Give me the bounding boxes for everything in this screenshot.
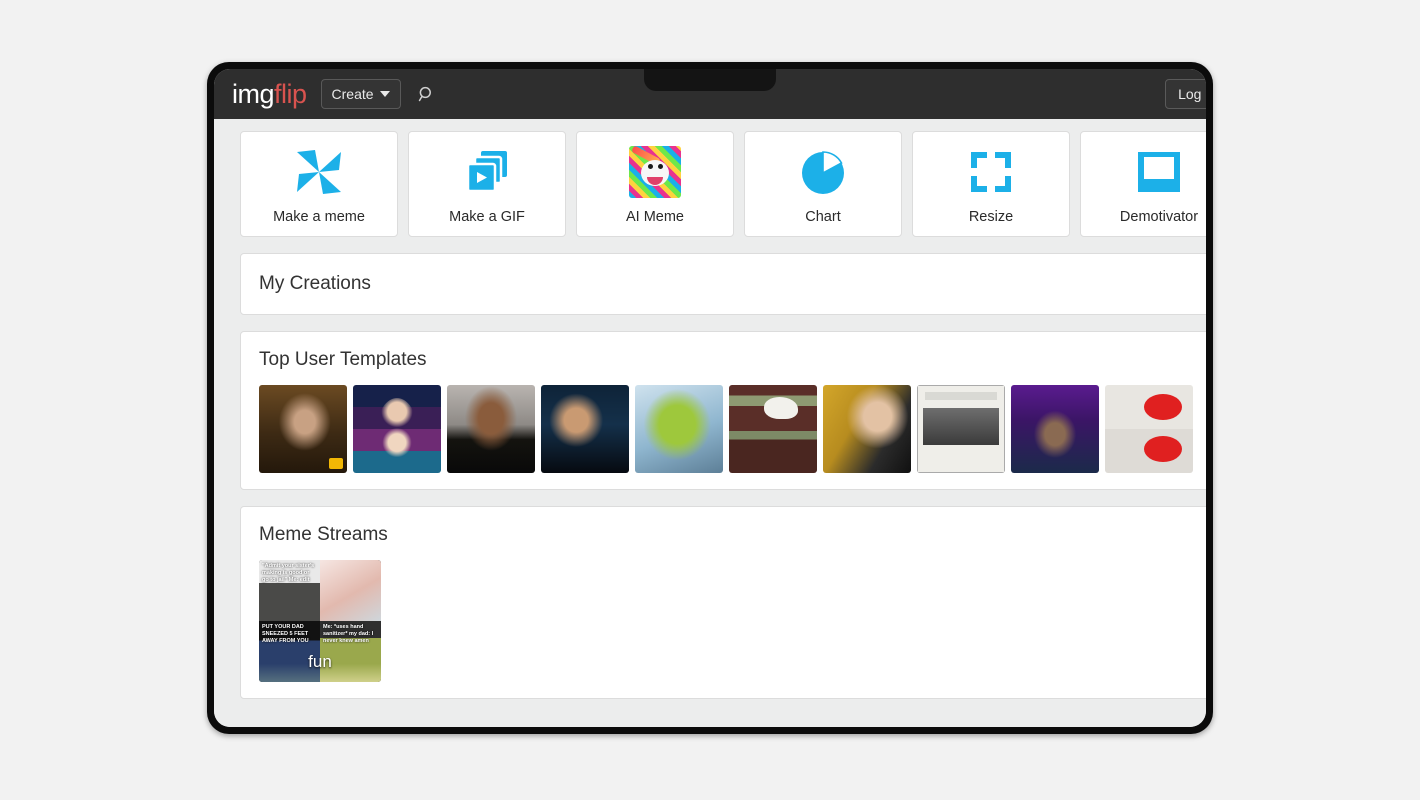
stacked-frames-play-icon [458,143,516,201]
imgflip-logo[interactable]: imgflip [232,81,307,108]
section-header: My Creations Log In [259,270,1206,297]
pinwheel-icon [290,143,348,201]
tool-card-resize[interactable]: Resize [912,131,1070,237]
thumbnail-image [1011,385,1099,473]
template-thumbnail-grandma-phone[interactable] [823,385,911,473]
section-title: Meme Streams [259,524,388,546]
thumbnail-image [917,385,1005,473]
tool-card-label: Make a GIF [449,209,525,225]
site-header: imgflip Create Log In [214,69,1206,119]
tool-card-label: Demotivator [1120,209,1198,225]
create-button[interactable]: Create [321,79,401,109]
thumbnail-image [1105,385,1193,473]
tool-card-chart[interactable]: Chart [744,131,902,237]
stream-tile-text: PUT YOUR DAD SNEEZED 5 FEET AWAY FROM YO… [262,624,317,645]
template-thumbnail-elmo-apple[interactable] [1105,385,1193,473]
stream-tile-1: "Admit your sister's making is good or g… [259,560,320,621]
pie-chart-icon [794,143,852,201]
template-thumbnail-row [259,385,1206,473]
thumbnail-image [823,385,911,473]
stream-tile-2 [320,560,381,621]
logo-text-flip: flip [274,79,307,109]
section-meme-streams: Meme Streams All "Admit your sister's ma… [240,506,1206,699]
template-thumbnail-inhaling-seagull[interactable] [729,385,817,473]
section-top-user-templates: Top User Templates All [240,331,1206,490]
thumbnail-image [635,385,723,473]
template-thumbnail-leonardo-cheers[interactable] [541,385,629,473]
header-login-button[interactable]: Log In [1165,79,1206,109]
thumbnail-image [541,385,629,473]
tool-card-label: Chart [805,209,840,225]
chevron-down-icon [380,91,390,97]
tool-card-make-a-meme[interactable]: Make a meme [240,131,398,237]
thumbnail-image [353,385,441,473]
section-header: Meme Streams All [259,521,1206,548]
tool-card-make-a-gif[interactable]: Make a GIF [408,131,566,237]
template-thumbnail-purple-lights-guy[interactable] [1011,385,1099,473]
stream-tile-text: "Admit your sister's making is good or g… [262,563,317,584]
page-body: Make a meme Make a GIF [214,119,1206,727]
thumbnail-image [259,385,347,473]
tool-card-label: Make a meme [273,209,365,225]
header-right-area: Log In [1165,79,1196,109]
stream-thumbnail-row: "Admit your sister's making is good or g… [259,560,1206,682]
search-icon[interactable] [417,85,436,104]
tool-card-ai-meme[interactable]: AI Meme [576,131,734,237]
section-title: Top User Templates [259,349,427,371]
tool-card-label: AI Meme [626,209,684,225]
tool-card-label: Resize [969,209,1013,225]
crop-corners-icon [962,143,1020,201]
template-thumbnail-comic-shut-up[interactable] [917,385,1005,473]
thumbnail-image [447,385,535,473]
tool-cards-row: Make a meme Make a GIF [240,131,1206,237]
create-button-label: Create [332,86,374,102]
device-screen: imgflip Create Log In [214,69,1206,727]
template-thumbnail-xzibit-yo-dawg[interactable] [447,385,535,473]
framed-rectangle-icon [1130,143,1188,201]
logo-text-img: img [232,79,274,109]
stream-tile-3: PUT YOUR DAD SNEEZED 5 FEET AWAY FROM YO… [259,621,320,682]
device-frame: imgflip Create Log In [207,62,1213,734]
stream-tile-4: Me: *uses hand sanitizer* my dad: I neve… [320,621,381,682]
content-column: Make a meme Make a GIF [240,131,1206,699]
stream-thumbnail-fun[interactable]: "Admit your sister's making is good or g… [259,560,381,682]
stream-tile-text: Me: *uses hand sanitizer* my dad: I neve… [323,624,378,645]
section-title: My Creations [259,273,371,295]
section-my-creations: My Creations Log In [240,253,1206,315]
section-header: Top User Templates All [259,346,1206,373]
template-thumbnail-expanding-brain[interactable] [353,385,441,473]
ai-mosaic-face-icon [626,143,684,201]
template-thumbnail-ancient-aliens[interactable] [259,385,347,473]
tool-card-demotivator[interactable]: Demotivator [1080,131,1206,237]
template-thumbnail-shrek[interactable] [635,385,723,473]
thumbnail-image [729,385,817,473]
